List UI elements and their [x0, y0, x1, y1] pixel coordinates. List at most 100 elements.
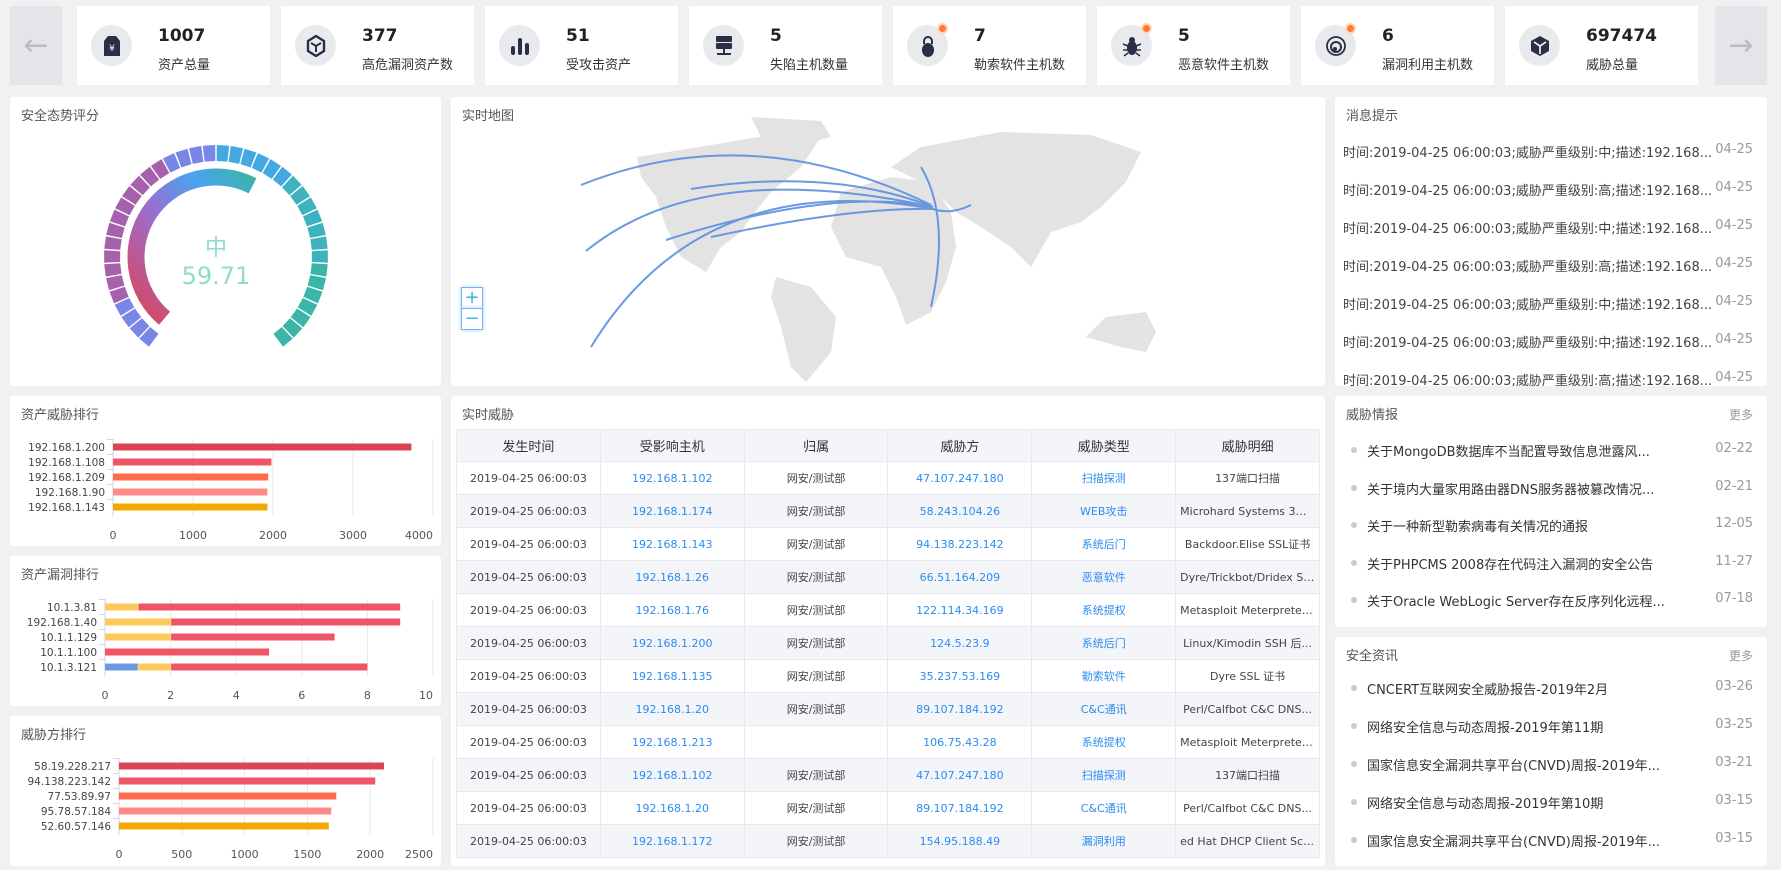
table-row[interactable]: 2019-04-25 06:00:03 192.168.1.20 网安/测试部 89.… — [456, 791, 1320, 825]
cell-source[interactable]: 66.51.164.209 — [887, 560, 1033, 594]
table-row[interactable]: 2019-04-25 06:00:03 192.168.1.143 网安/测试部 94… — [456, 527, 1320, 561]
cell-source[interactable]: 58.243.104.26 — [887, 494, 1033, 528]
stat-card[interactable]: 51 受攻击资产 — [485, 6, 678, 85]
intel-more-link[interactable]: 更多 — [1729, 406, 1753, 423]
prev-button[interactable]: ← — [10, 6, 62, 85]
news-item[interactable]: CNCERT互联网安全威胁报告-2019年2月 03-26 — [1351, 679, 1753, 699]
column-header[interactable]: 威胁类型 — [1031, 429, 1177, 462]
bar[interactable] — [113, 503, 268, 511]
message-item[interactable]: 时间:2019-04-25 06:00:03;威胁严重级别:中;描述:192.1… — [1343, 294, 1753, 314]
intel-item[interactable]: 关于境内大量家用路由器DNS服务器被篡改情况... 02-21 — [1351, 479, 1753, 499]
intel-item[interactable]: 关于MongoDB数据库不当配置导致信息泄露风... 02-22 — [1351, 441, 1753, 461]
zoom-out-button[interactable]: − — [461, 308, 483, 330]
cell-host[interactable]: 192.168.1.143 — [599, 527, 745, 561]
bar[interactable] — [171, 633, 335, 641]
bar[interactable] — [105, 618, 171, 626]
table-row[interactable]: 2019-04-25 06:00:03 192.168.1.172 网安/测试部 15… — [456, 824, 1320, 858]
cell-source[interactable]: 154.95.188.49 — [887, 824, 1033, 858]
table-row[interactable]: 2019-04-25 06:00:03 192.168.1.213 106.75.4… — [456, 725, 1320, 759]
cell-source[interactable]: 35.237.53.169 — [887, 659, 1033, 693]
cell-source[interactable]: 47.107.247.180 — [887, 461, 1033, 495]
message-item[interactable]: 时间:2019-04-25 06:00:03;威胁严重级别:中;描述:192.1… — [1343, 142, 1753, 162]
bar[interactable] — [113, 443, 412, 451]
bar[interactable] — [138, 603, 401, 611]
zoom-in-button[interactable]: + — [461, 287, 483, 309]
bar[interactable] — [119, 762, 385, 770]
intel-item[interactable]: 关于一种新型勒索病毒有关情况的通报 12-05 — [1351, 516, 1753, 536]
intel-item[interactable]: 关于PHPCMS 2008存在代码注入漏洞的安全公告 11-27 — [1351, 554, 1753, 574]
cell-type[interactable]: 系统后门 — [1031, 527, 1177, 561]
cell-host[interactable]: 192.168.1.102 — [599, 758, 745, 792]
bar[interactable] — [105, 603, 138, 611]
cell-host[interactable]: 192.168.1.172 — [599, 824, 745, 858]
bar[interactable] — [113, 473, 269, 481]
message-item[interactable]: 时间:2019-04-25 06:00:03;威胁严重级别:中;描述:192.1… — [1343, 218, 1753, 238]
cell-source[interactable]: 47.107.247.180 — [887, 758, 1033, 792]
cell-host[interactable]: 192.168.1.20 — [599, 692, 745, 726]
bar[interactable] — [105, 633, 171, 641]
bar[interactable] — [119, 822, 329, 830]
cell-type[interactable]: 系统提权 — [1031, 725, 1177, 759]
bar[interactable] — [138, 663, 171, 671]
cell-host[interactable]: 192.168.1.174 — [599, 494, 745, 528]
cell-host[interactable]: 192.168.1.20 — [599, 791, 745, 825]
message-item[interactable]: 时间:2019-04-25 06:00:03;威胁严重级别:中;描述:192.1… — [1343, 332, 1753, 352]
news-item[interactable]: 网络安全信息与动态周报-2019年第11期 03-25 — [1351, 717, 1753, 737]
world-map[interactable] — [451, 97, 1325, 386]
message-item[interactable]: 时间:2019-04-25 06:00:03;威胁严重级别:高;描述:192.1… — [1343, 180, 1753, 200]
intel-item[interactable]: 关于Oracle WebLogic Server存在反序列化远程... 07-1… — [1351, 591, 1753, 611]
table-row[interactable]: 2019-04-25 06:00:03 192.168.1.174 网安/测试部 58… — [456, 494, 1320, 528]
cell-type[interactable]: 勒索软件 — [1031, 659, 1177, 693]
cell-type[interactable]: 系统后门 — [1031, 626, 1177, 660]
stat-card[interactable]: 6 漏洞利用主机数 — [1301, 6, 1494, 85]
cell-type[interactable]: 漏洞利用 — [1031, 824, 1177, 858]
table-row[interactable]: 2019-04-25 06:00:03 192.168.1.102 网安/测试部 47… — [456, 461, 1320, 495]
news-more-link[interactable]: 更多 — [1729, 647, 1753, 664]
stat-card[interactable]: 5 恶意软件主机数 — [1097, 6, 1290, 85]
column-header[interactable]: 归属 — [743, 429, 889, 462]
bar[interactable] — [105, 648, 269, 656]
table-row[interactable]: 2019-04-25 06:00:03 192.168.1.76 网安/测试部 122… — [456, 593, 1320, 627]
stat-card[interactable]: 7 勒索软件主机数 — [893, 6, 1086, 85]
bar[interactable] — [119, 792, 337, 800]
column-header[interactable]: 发生时间 — [456, 429, 601, 462]
news-item[interactable]: 国家信息安全漏洞共享平台(CNVD)周报-2019年... 03-15 — [1351, 831, 1753, 851]
cell-host[interactable]: 192.168.1.135 — [599, 659, 745, 693]
cell-source[interactable]: 106.75.43.28 — [887, 725, 1033, 759]
message-item[interactable]: 时间:2019-04-25 06:00:03;威胁严重级别:高;描述:192.1… — [1343, 256, 1753, 276]
cell-type[interactable]: C&C通讯 — [1031, 791, 1177, 825]
bar[interactable] — [171, 663, 368, 671]
cell-type[interactable]: 扫描探测 — [1031, 758, 1177, 792]
cell-source[interactable]: 94.138.223.142 — [887, 527, 1033, 561]
cell-source[interactable]: 89.107.184.192 — [887, 692, 1033, 726]
next-button[interactable]: → — [1715, 6, 1767, 85]
column-header[interactable]: 受影响主机 — [599, 429, 745, 462]
cell-source[interactable]: 89.107.184.192 — [887, 791, 1033, 825]
cell-type[interactable]: 系统提权 — [1031, 593, 1177, 627]
cell-host[interactable]: 192.168.1.213 — [599, 725, 745, 759]
table-row[interactable]: 2019-04-25 06:00:03 192.168.1.26 网安/测试部 66.… — [456, 560, 1320, 594]
bar[interactable] — [171, 618, 401, 626]
stat-card[interactable]: 377 高危漏洞资产数 — [281, 6, 474, 85]
message-item[interactable]: 时间:2019-04-25 06:00:03;威胁严重级别:高;描述:192.1… — [1343, 370, 1753, 386]
cell-type[interactable]: C&C通讯 — [1031, 692, 1177, 726]
table-row[interactable]: 2019-04-25 06:00:03 192.168.1.20 网安/测试部 89.… — [456, 692, 1320, 726]
bar[interactable] — [119, 807, 332, 815]
stat-card[interactable]: 5 失陷主机数量 — [689, 6, 882, 85]
news-item[interactable]: 网络安全信息与动态周报-2019年第10期 03-15 — [1351, 793, 1753, 813]
stat-card[interactable]: 697474 威胁总量 — [1505, 6, 1698, 85]
column-header[interactable]: 威胁方 — [887, 429, 1033, 462]
stat-card[interactable]: ¥ 1007 资产总量 — [77, 6, 270, 85]
cell-source[interactable]: 124.5.23.9 — [887, 626, 1033, 660]
cell-host[interactable]: 192.168.1.26 — [599, 560, 745, 594]
cell-host[interactable]: 192.168.1.76 — [599, 593, 745, 627]
column-header[interactable]: 威胁明细 — [1175, 429, 1320, 462]
table-row[interactable]: 2019-04-25 06:00:03 192.168.1.135 网安/测试部 35… — [456, 659, 1320, 693]
cell-type[interactable]: 恶意软件 — [1031, 560, 1177, 594]
cell-source[interactable]: 122.114.34.169 — [887, 593, 1033, 627]
bar[interactable] — [113, 488, 268, 496]
table-row[interactable]: 2019-04-25 06:00:03 192.168.1.200 网安/测试部 12… — [456, 626, 1320, 660]
cell-host[interactable]: 192.168.1.102 — [599, 461, 745, 495]
table-row[interactable]: 2019-04-25 06:00:03 192.168.1.102 网安/测试部 47… — [456, 758, 1320, 792]
bar[interactable] — [119, 777, 376, 785]
